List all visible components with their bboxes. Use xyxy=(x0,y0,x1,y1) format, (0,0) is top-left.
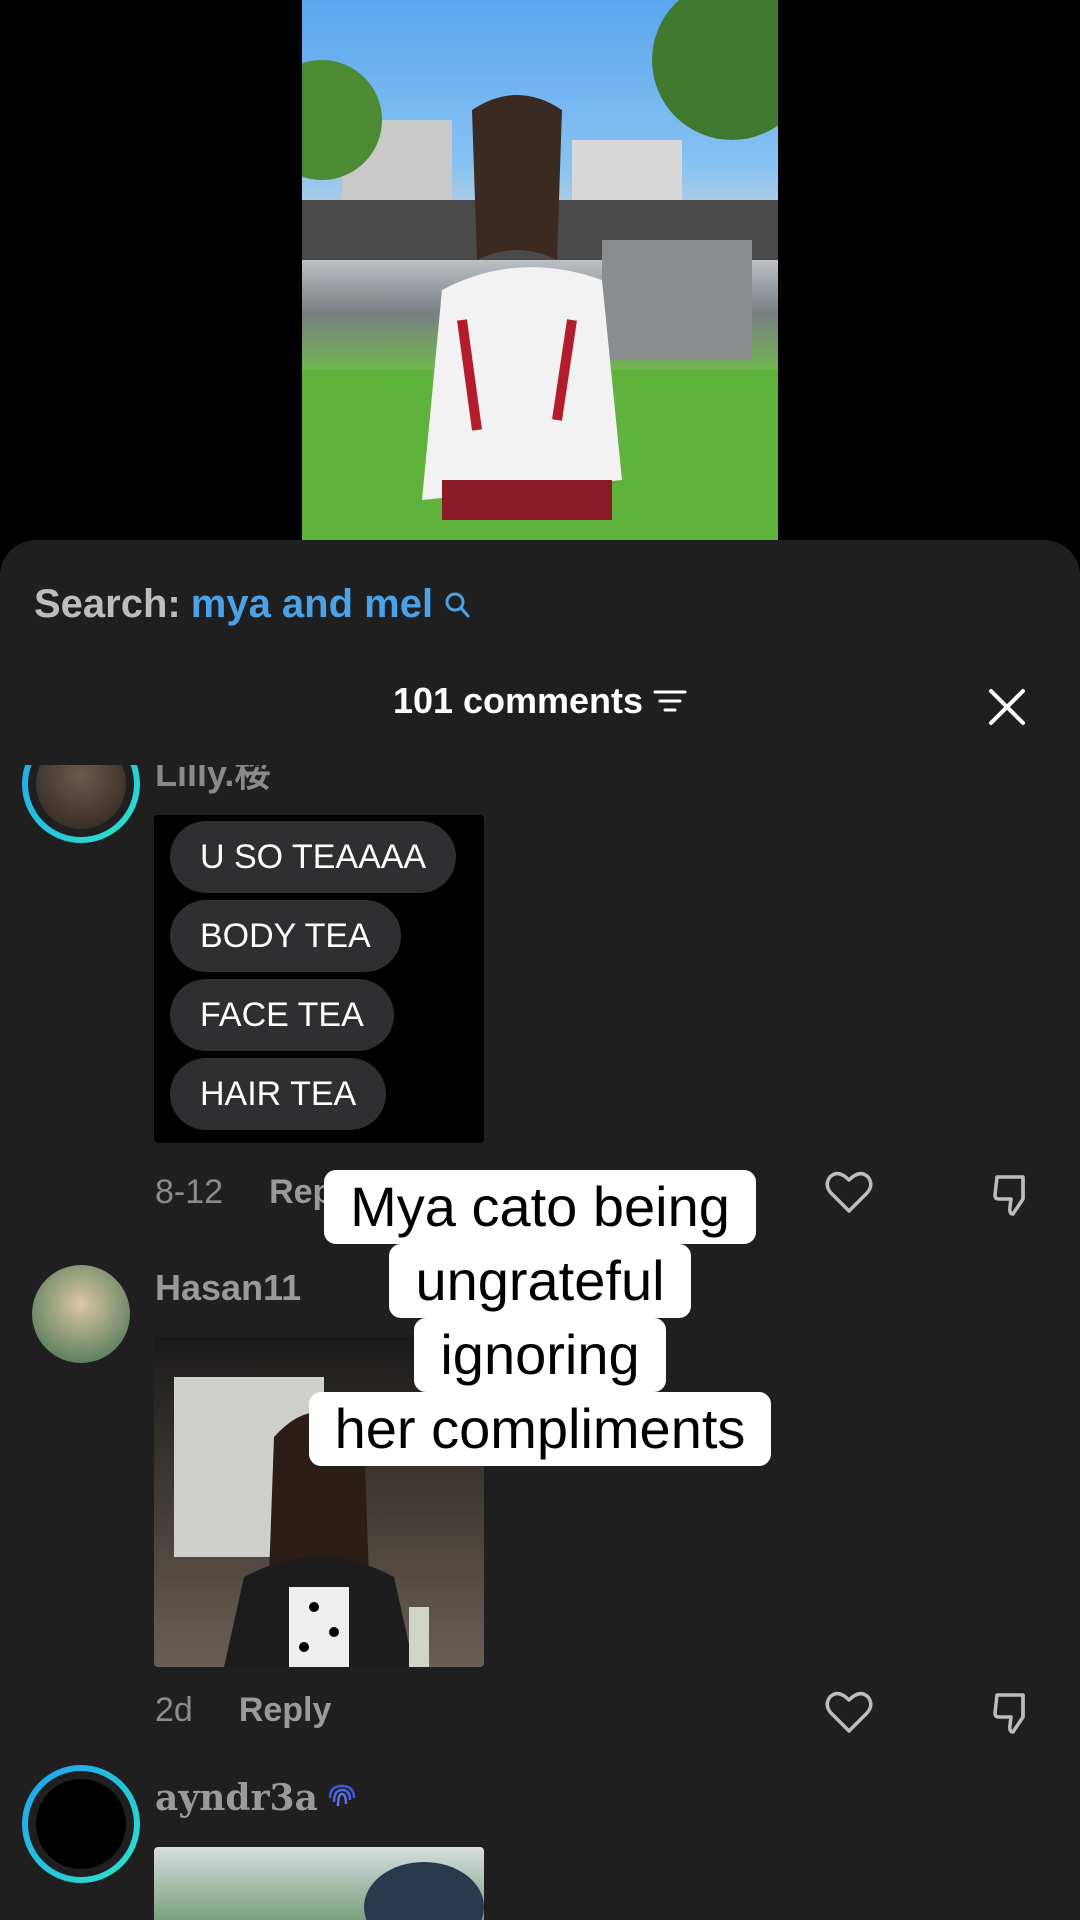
search-label: Search: xyxy=(34,582,181,626)
comment-image[interactable] xyxy=(154,1847,484,1920)
caption-line: Mya cato being xyxy=(324,1170,756,1244)
search-suggestion[interactable]: Search: mya and mel xyxy=(34,582,471,627)
comment-image[interactable]: U SO TEAAAA BODY TEA FACE TEA HAIR TEA xyxy=(154,815,484,1143)
text-bubble: BODY TEA xyxy=(170,900,401,972)
comment-username[interactable]: Lilly.桜 xyxy=(155,765,270,797)
text-bubble: U SO TEAAAA xyxy=(170,821,457,893)
caption-line: ignoring xyxy=(414,1318,666,1392)
comment-username-row[interactable]: ayndr3a xyxy=(155,1777,360,1819)
dislike-icon[interactable] xyxy=(989,1687,1039,1737)
avatar[interactable] xyxy=(22,1765,140,1883)
comment-meta: 2d Reply xyxy=(155,1691,331,1730)
caption-line: ungrateful xyxy=(389,1244,691,1318)
reply-button[interactable]: Reply xyxy=(239,1691,332,1730)
search-term[interactable]: mya and mel xyxy=(191,582,433,627)
sort-filter-icon[interactable] xyxy=(653,686,687,716)
video-player[interactable] xyxy=(0,0,1080,540)
text-bubble: HAIR TEA xyxy=(170,1058,387,1130)
close-icon[interactable] xyxy=(986,686,1028,728)
heart-icon[interactable] xyxy=(824,1687,874,1737)
video-frame[interactable] xyxy=(302,0,778,540)
search-icon[interactable] xyxy=(443,591,471,619)
fingerprint-emoji-icon xyxy=(328,1784,356,1807)
comment-date: 2d xyxy=(155,1691,193,1729)
comments-header: 101 comments xyxy=(0,680,1080,722)
video-caption-overlay: Mya cato being ungrateful ignoring her c… xyxy=(0,1170,1080,1466)
comments-count: 101 comments xyxy=(392,680,644,721)
video-scene-image xyxy=(302,0,778,540)
text-bubble: FACE TEA xyxy=(170,979,394,1051)
comment-username[interactable]: ayndr3a xyxy=(155,1777,318,1819)
caption-line: her compliments xyxy=(308,1392,772,1466)
photo-image xyxy=(364,1862,484,1920)
avatar[interactable] xyxy=(22,765,140,843)
